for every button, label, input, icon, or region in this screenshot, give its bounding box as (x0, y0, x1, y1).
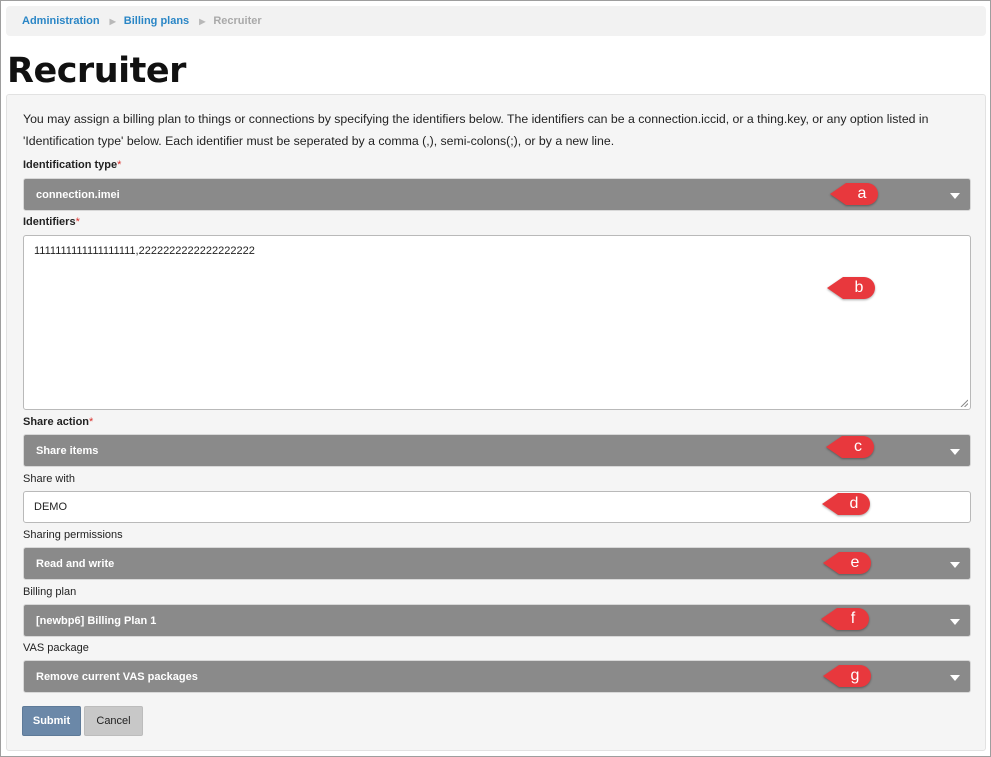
breadcrumb-separator-icon: ▶ (109, 16, 116, 26)
callout-letter: g (850, 667, 860, 684)
sharing-permissions-value: Read and write (36, 557, 115, 570)
identifiers-label-text: Identifiers (23, 216, 76, 228)
caret-down-icon (950, 193, 960, 199)
identification-type-label-text: Identification type (23, 159, 118, 171)
page-title: Recruiter (7, 51, 186, 91)
share-action-label: Share action* (23, 416, 93, 428)
callout-letter: e (850, 554, 860, 571)
breadcrumb: Administration ▶ Billing plans ▶ Recruit… (6, 6, 986, 36)
caret-down-icon (950, 562, 960, 568)
share-action-value: Share items (36, 444, 99, 457)
resize-grip-icon[interactable] (960, 399, 968, 407)
callout-badge-a: a (828, 181, 880, 207)
identifiers-textarea[interactable]: 1111111111111111111,2222222222222222222 (23, 235, 971, 410)
breadcrumb-current: Recruiter (213, 15, 262, 27)
identifiers-value: 1111111111111111111,2222222222222222222 (34, 245, 255, 257)
share-action-label-text: Share action (23, 416, 90, 428)
required-marker: * (117, 159, 122, 171)
caret-down-icon (950, 619, 960, 625)
callout-letter: c (854, 438, 862, 455)
share-with-label: Share with (23, 473, 75, 485)
callout-letter: f (850, 610, 856, 627)
callout-letter: b (854, 279, 864, 296)
cancel-button[interactable]: Cancel (84, 706, 143, 736)
form-intro-text: You may assign a billing plan to things … (23, 112, 929, 148)
callout-badge-g: g (821, 663, 873, 689)
vas-package-value: Remove current VAS packages (36, 670, 198, 683)
sharing-permissions-label: Sharing permissions (23, 529, 123, 541)
billing-plan-value: [newbp6] Billing Plan 1 (36, 614, 157, 627)
callout-badge-e: e (821, 550, 873, 576)
billing-plan-label: Billing plan (23, 586, 77, 598)
share-with-value: DEMO (34, 501, 67, 513)
identifiers-label: Identifiers* (23, 216, 80, 228)
callout-badge-f: f (819, 606, 871, 632)
required-marker: * (75, 216, 80, 228)
callout-badge-d: d (820, 491, 872, 517)
identification-type-value: connection.imei (36, 188, 120, 201)
identification-type-label: Identification type* (23, 159, 121, 171)
callout-badge-c: c (824, 434, 876, 460)
caret-down-icon (950, 449, 960, 455)
callout-letter: a (857, 185, 867, 202)
submit-button[interactable]: Submit (22, 706, 81, 736)
required-marker: * (89, 416, 94, 428)
breadcrumb-billing-plans[interactable]: Billing plans (124, 15, 189, 27)
callout-badge-b: b (825, 275, 877, 301)
caret-down-icon (950, 675, 960, 681)
vas-package-label: VAS package (23, 642, 89, 654)
breadcrumb-administration[interactable]: Administration (22, 15, 100, 27)
callout-letter: d (849, 495, 859, 512)
breadcrumb-separator-icon: ▶ (199, 16, 206, 26)
